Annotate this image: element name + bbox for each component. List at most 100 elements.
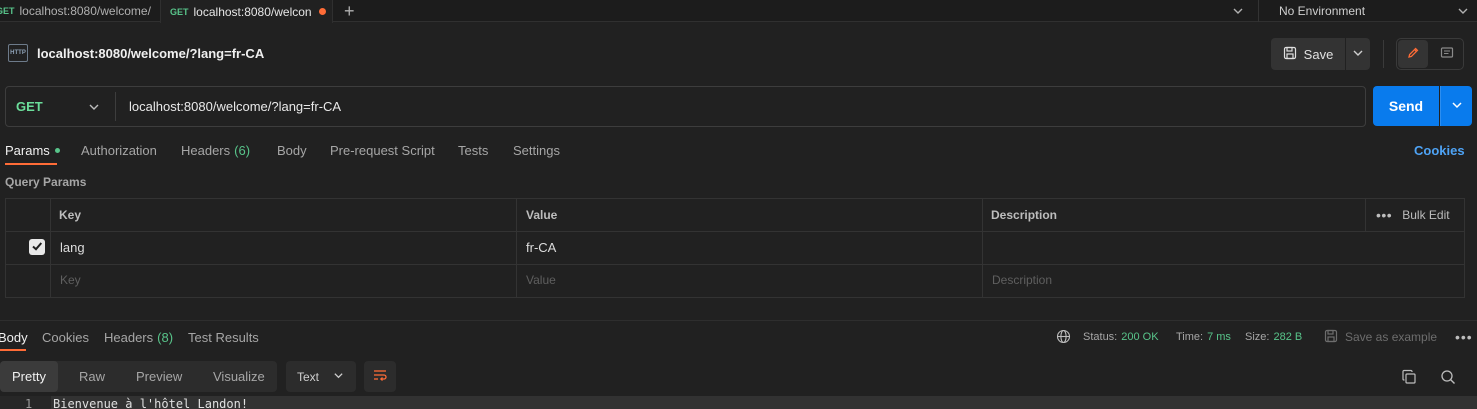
chevron-down-icon[interactable] <box>1457 5 1469 20</box>
bulk-edit-button[interactable]: ••• Bulk Edit <box>1376 205 1450 225</box>
comment-icon <box>1440 46 1454 63</box>
divider <box>516 198 517 298</box>
column-header-value: Value <box>526 208 558 222</box>
floppy-icon <box>1283 46 1297 63</box>
comments-button[interactable] <box>1432 40 1462 68</box>
globe-icon[interactable] <box>1056 329 1071 347</box>
size-indicator[interactable]: Size: 282 B <box>1245 328 1302 346</box>
new-param-description-input[interactable]: Description <box>992 273 1052 287</box>
save-options-button[interactable] <box>1346 38 1370 70</box>
copy-icon[interactable] <box>1400 368 1418 386</box>
tab-params[interactable]: Params <box>5 139 60 161</box>
column-header-key: Key <box>59 208 82 222</box>
wrap-icon <box>372 368 388 385</box>
method-selector[interactable]: GET <box>16 86 43 127</box>
ellipsis-icon[interactable]: ••• <box>1455 328 1473 346</box>
param-enabled-checkbox[interactable] <box>29 239 45 255</box>
cookies-link[interactable]: Cookies <box>1414 139 1465 161</box>
column-header-description: Description <box>991 208 1058 222</box>
chevron-down-icon[interactable] <box>1232 5 1244 20</box>
divider <box>0 320 1477 321</box>
divider <box>50 198 51 298</box>
pencil-icon <box>1406 46 1420 63</box>
status-indicator[interactable]: Status: 200 OK <box>1083 328 1159 346</box>
send-options-button[interactable] <box>1440 86 1472 126</box>
active-tab-indicator <box>5 163 57 165</box>
floppy-icon <box>1324 329 1338 346</box>
request-tab-1[interactable]: GET localhost:8080/welcome/ <box>0 0 152 22</box>
size-value: 282 B <box>1273 331 1303 343</box>
new-param-key-input[interactable]: Key <box>60 273 81 287</box>
active-dot <box>54 147 60 153</box>
save-as-example-label: Save as example <box>1345 330 1438 344</box>
line-number: 1 <box>25 397 33 409</box>
edit-mode-button[interactable] <box>1398 40 1428 68</box>
view-raw-button[interactable]: Raw <box>79 361 105 392</box>
tab-label: Headers <box>104 329 154 345</box>
param-key-cell[interactable]: lang <box>60 240 85 255</box>
url-input[interactable]: localhost:8080/welcome/?lang=fr-CA <box>129 86 341 127</box>
time-label: Time: <box>1176 331 1204 343</box>
tab-label: Headers <box>181 142 231 158</box>
chevron-down-icon[interactable] <box>88 86 100 127</box>
response-tab-cookies[interactable]: Cookies <box>42 328 89 346</box>
chevron-down-icon <box>1451 99 1463 114</box>
format-label: Text <box>297 369 320 384</box>
tab-authorization[interactable]: Authorization <box>81 139 157 161</box>
save-as-example-button[interactable]: Save as example <box>1324 328 1437 346</box>
headers-count: (6) <box>234 142 251 158</box>
bulk-edit-label: Bulk Edit <box>1402 208 1450 222</box>
http-icon: HTTP <box>8 44 28 62</box>
request-tab-2[interactable]: GET localhost:8080/welcon <box>160 0 333 23</box>
time-value: 7 ms <box>1207 331 1231 343</box>
divider <box>5 231 1465 232</box>
new-param-value-input[interactable]: Value <box>526 273 556 287</box>
section-title: Query Params <box>5 175 87 189</box>
environment-selector[interactable]: No Environment <box>1279 0 1365 22</box>
save-button[interactable]: Save <box>1271 38 1345 70</box>
time-indicator[interactable]: Time: 7 ms <box>1176 328 1231 346</box>
tab-headers[interactable]: Headers (6) <box>181 139 250 161</box>
ellipsis-icon: ••• <box>1376 207 1393 223</box>
divider <box>1365 198 1366 232</box>
tab-method: GET <box>170 6 189 17</box>
chevron-down-icon <box>333 370 344 384</box>
view-pretty-button[interactable]: Pretty <box>0 361 58 392</box>
view-preview-button[interactable]: Preview <box>136 361 182 392</box>
headers-count: (8) <box>157 329 174 345</box>
status-label: Status: <box>1083 331 1118 343</box>
divider <box>115 92 116 121</box>
status-value: 200 OK <box>1121 331 1159 343</box>
plus-icon[interactable]: + <box>344 0 355 22</box>
wrap-lines-button[interactable] <box>364 361 396 392</box>
response-tab-headers[interactable]: Headers (8) <box>104 328 173 346</box>
tab-settings[interactable]: Settings <box>513 139 560 161</box>
divider <box>1383 40 1384 68</box>
send-button[interactable]: Send <box>1373 86 1439 126</box>
code-line-highlight <box>51 396 1477 409</box>
tab-tests[interactable]: Tests <box>458 139 488 161</box>
response-tab-body[interactable]: Body <box>0 328 28 346</box>
tab-method: GET <box>0 6 15 16</box>
save-label: Save <box>1303 46 1334 62</box>
param-value-cell[interactable]: fr-CA <box>526 240 556 255</box>
size-label: Size: <box>1245 331 1270 343</box>
response-tab-test-results[interactable]: Test Results <box>188 328 259 346</box>
tab-prerequest-script[interactable]: Pre-request Script <box>330 139 435 161</box>
divider <box>982 198 983 298</box>
tab-label: Params <box>5 142 50 158</box>
tab-body[interactable]: Body <box>277 139 307 161</box>
response-body-text[interactable]: Bienvenue à l'hôtel Landon! <box>53 397 248 409</box>
format-selector[interactable]: Text <box>286 361 356 392</box>
search-icon[interactable] <box>1439 368 1457 386</box>
chevron-down-icon <box>1352 47 1364 62</box>
active-tab-indicator <box>0 349 26 351</box>
params-table <box>5 198 1465 298</box>
checkmark-icon <box>31 240 43 255</box>
tab-title: localhost:8080/welcon <box>193 4 312 19</box>
view-visualize-button[interactable]: Visualize <box>213 361 265 392</box>
tab-title: localhost:8080/welcome/ <box>19 4 151 18</box>
request-title[interactable]: localhost:8080/welcome/?lang=fr-CA <box>37 46 264 61</box>
divider <box>5 264 1465 265</box>
unsaved-dot <box>318 8 326 15</box>
